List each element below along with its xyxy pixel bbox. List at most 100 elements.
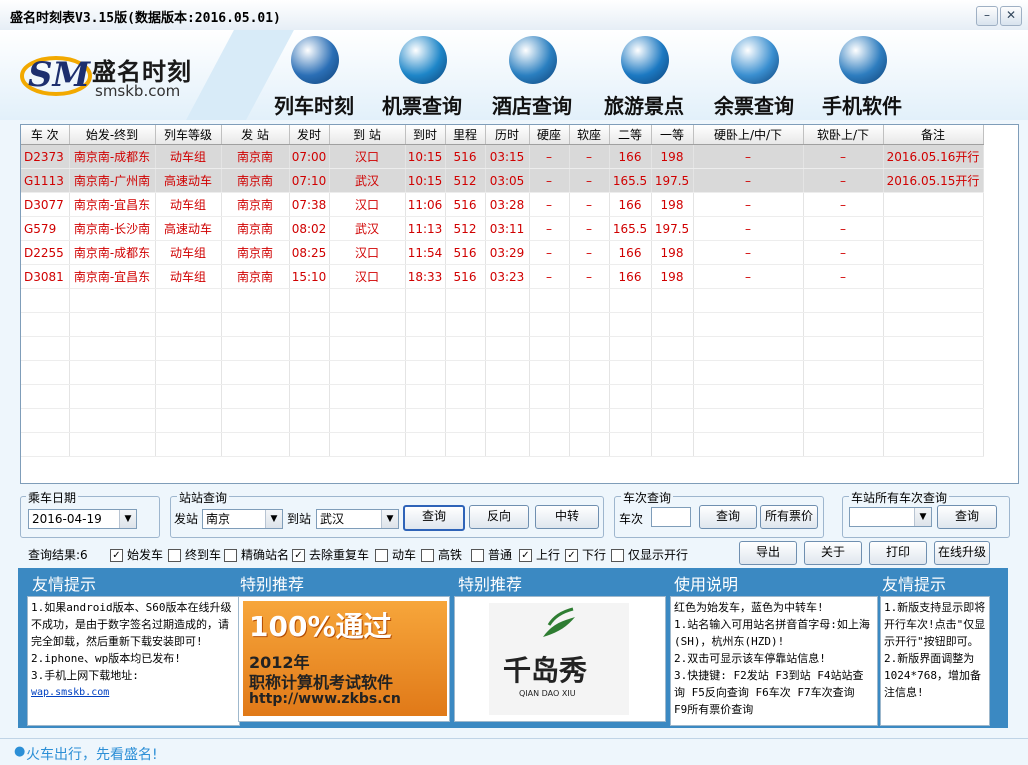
filter-option[interactable]: 精确站名 (224, 546, 289, 563)
reverse-button[interactable]: 反向 (469, 505, 529, 529)
table-cell (485, 360, 530, 385)
table-cell (803, 384, 884, 409)
all-fares-button[interactable]: 所有票价 (760, 505, 818, 529)
minimize-button[interactable]: – (976, 6, 998, 26)
transfer-button[interactable]: 中转 (535, 505, 599, 529)
filter-option[interactable]: 高铁 (421, 546, 462, 563)
nav-2[interactable]: 机票查询 (366, 34, 476, 118)
table-row[interactable]: D3077 南京南-宜昌东 动车组 南京南 07:38 汉口 11:06 516 03:28– –… (21, 192, 984, 217)
table-cell (21, 432, 70, 457)
column-header[interactable]: 硬座 (529, 125, 570, 145)
nav-5[interactable]: 余票查询 (698, 34, 808, 118)
from-station-select[interactable]: 南京 ▼ (202, 509, 283, 529)
column-header[interactable]: 软座 (569, 125, 610, 145)
checkbox[interactable] (375, 549, 388, 562)
column-header[interactable]: 里程 (445, 125, 486, 145)
station-query-button[interactable]: 查询 (403, 505, 465, 531)
table-row[interactable] (21, 432, 984, 457)
table-row[interactable]: D2373 南京南-成都东 动车组 南京南 07:00 汉口 10:15 516 03:15– –… (21, 144, 984, 169)
checkbox[interactable] (168, 549, 181, 562)
chevron-down-icon[interactable]: ▼ (914, 508, 931, 526)
nav-6[interactable]: 手机软件 (806, 34, 916, 118)
nav-4[interactable]: 旅游景点 (588, 34, 698, 118)
table-cell (69, 408, 156, 433)
checkbox[interactable]: ✓ (110, 549, 123, 562)
filter-option[interactable]: ✓ 始发车 (110, 546, 163, 563)
column-header[interactable]: 一等 (651, 125, 694, 145)
table-row[interactable] (21, 360, 984, 385)
filter-option[interactable]: 普通 (471, 546, 512, 563)
filter-option[interactable]: ✓ 下行 (565, 546, 606, 563)
table-cell: 197.5 (651, 168, 694, 193)
checkbox[interactable] (611, 549, 624, 562)
column-header[interactable]: 发 站 (221, 125, 290, 145)
filter-option[interactable]: 终到车 (168, 546, 221, 563)
column-header[interactable]: 软卧上/下 (803, 125, 884, 145)
chevron-down-icon[interactable]: ▼ (265, 510, 282, 528)
table-row[interactable]: D3081 南京南-宜昌东 动车组 南京南 15:10 汉口 18:33 516 03:23– –… (21, 264, 984, 289)
station-all-query-button[interactable]: 查询 (937, 505, 997, 529)
leaf-icon (543, 607, 575, 637)
filter-option[interactable]: ✓ 上行 (519, 546, 560, 563)
table-row[interactable] (21, 312, 984, 337)
table-cell (651, 312, 694, 337)
download-link[interactable]: wap.smskb.com (31, 684, 236, 701)
checkbox[interactable] (224, 549, 237, 562)
filter-option[interactable]: 动车 (375, 546, 416, 563)
table-cell: – (693, 192, 804, 217)
checkbox[interactable]: ✓ (292, 549, 305, 562)
filter-option[interactable]: 仅显示开行 (611, 546, 688, 563)
table-cell (883, 408, 984, 433)
train-number-label: 车次 (619, 512, 644, 526)
checkbox[interactable]: ✓ (565, 549, 578, 562)
table-cell (883, 192, 984, 217)
checkbox[interactable] (421, 549, 434, 562)
column-header[interactable]: 备注 (883, 125, 984, 145)
table-row[interactable] (21, 336, 984, 361)
table-cell: 18:33 (405, 264, 446, 289)
table-cell (289, 312, 330, 337)
column-header[interactable]: 到时 (405, 125, 446, 145)
checkbox[interactable]: ✓ (519, 549, 532, 562)
table-cell: 516 (445, 192, 486, 217)
column-header[interactable]: 发时 (289, 125, 330, 145)
table-cell: 166 (609, 264, 652, 289)
column-header[interactable]: 到 站 (329, 125, 406, 145)
table-row[interactable] (21, 408, 984, 433)
promo2-box[interactable]: 千岛秀 QIAN DAO XIU (454, 596, 666, 722)
table-cell (693, 432, 804, 457)
chevron-down-icon[interactable]: ▼ (119, 510, 136, 528)
upgrade-button[interactable]: 在线升级 (934, 541, 990, 565)
column-header[interactable]: 历时 (485, 125, 530, 145)
close-button[interactable]: ✕ (1000, 6, 1022, 26)
print-button[interactable]: 打印 (869, 541, 927, 565)
nav-3[interactable]: 酒店查询 (476, 34, 586, 118)
about-button[interactable]: 关于 (804, 541, 862, 565)
table-row[interactable]: G1113 南京南-广州南 高速动车 南京南 07:10 武汉 10:15 512 03:05–… (21, 168, 984, 193)
promo1-box[interactable]: 100%通过 2012年 职称计算机考试软件 http://www.zkbs.c… (238, 596, 450, 722)
to-station-select[interactable]: 武汉 ▼ (316, 509, 399, 529)
table-cell (651, 336, 694, 361)
column-header[interactable]: 二等 (609, 125, 652, 145)
column-header[interactable]: 车 次 (21, 125, 70, 145)
export-button[interactable]: 导出 (739, 541, 797, 565)
table-row[interactable] (21, 288, 984, 313)
table-row[interactable]: D2255 南京南-成都东 动车组 南京南 08:25 汉口 11:54 516 03:29– –… (21, 240, 984, 265)
filter-option[interactable]: ✓ 去除重复车 (292, 546, 369, 563)
chevron-down-icon[interactable]: ▼ (381, 510, 398, 528)
train-number-input[interactable] (651, 507, 691, 527)
table-cell (485, 384, 530, 409)
table-row[interactable]: G579 南京南-长沙南 高速动车 南京南 08:02 武汉 11:13 512 03:11– –… (21, 216, 984, 241)
timetable-grid[interactable]: 车 次始发-终到 列车等级发 站发时到 站到时 里程 历时 硬座 软座 二等 一等 硬卧上/中/… (20, 124, 1019, 484)
column-header[interactable]: 列车等级 (155, 125, 222, 145)
column-header[interactable]: 始发-终到 (69, 125, 156, 145)
station-all-select[interactable]: ▼ (849, 507, 932, 527)
table-row[interactable] (21, 384, 984, 409)
date-picker[interactable]: 2016-04-19 ▼ (28, 509, 137, 529)
train-query-button[interactable]: 查询 (699, 505, 757, 529)
table-cell (803, 408, 884, 433)
tip1-box: 1.如果android版本、S60版本在线升级不成功，是由于数字签名过期造成的，… (27, 596, 240, 726)
checkbox[interactable] (471, 549, 484, 562)
column-header[interactable]: 硬卧上/中/下 (693, 125, 804, 145)
nav-1[interactable]: 列车时刻 (258, 34, 368, 118)
